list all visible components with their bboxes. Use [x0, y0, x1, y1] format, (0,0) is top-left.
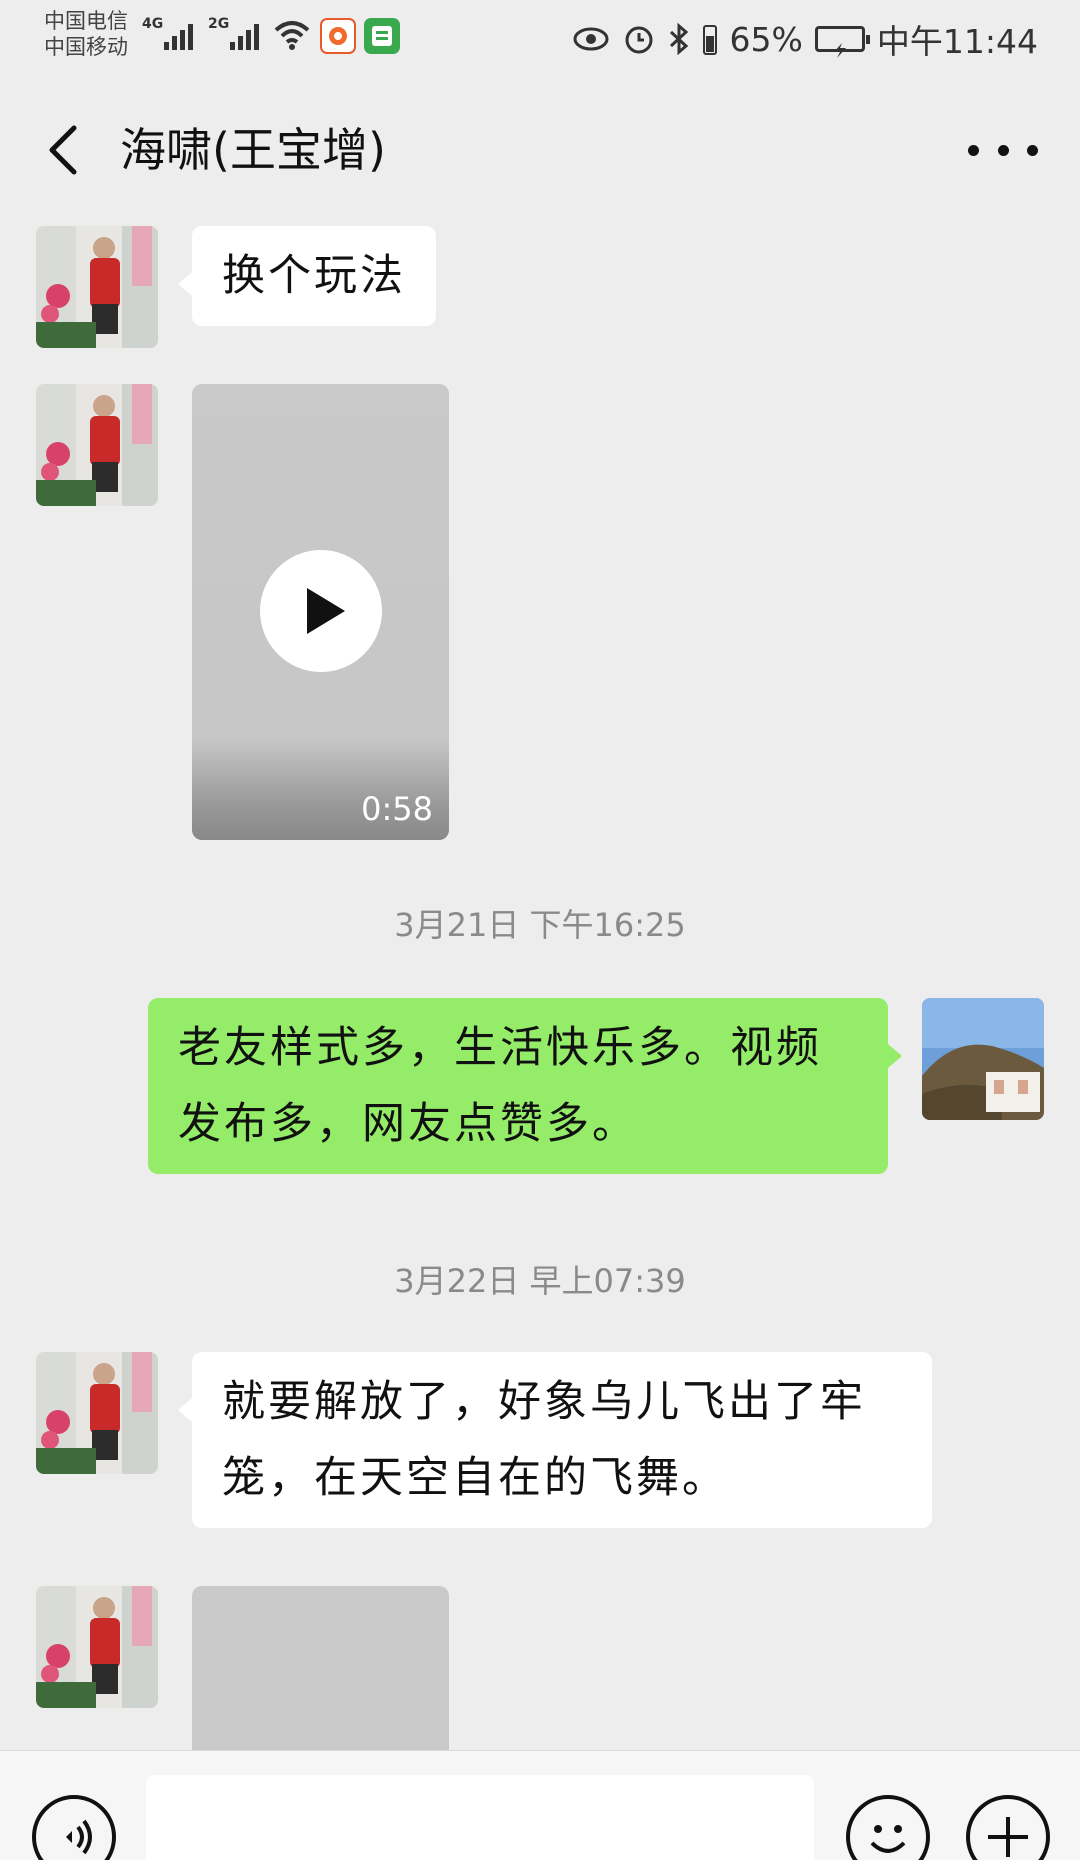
chat-header: 海啸(王宝增)	[0, 78, 1080, 222]
message-list[interactable]: 换个玩法 0:58 3月21日 下午16:25 老友样式多，生活快乐多。视频发布…	[0, 222, 1080, 1750]
timestamp: 3月21日 下午16:25	[394, 906, 686, 944]
avatar[interactable]	[36, 384, 158, 506]
play-icon[interactable]	[260, 550, 382, 672]
message-text: 换个玩法	[222, 251, 406, 301]
timestamp: 3月22日 早上07:39	[394, 1262, 686, 1300]
alarm-icon	[625, 26, 653, 54]
more-dots-icon	[968, 144, 979, 156]
back-button[interactable]	[40, 120, 94, 180]
eye-icon	[573, 27, 609, 51]
more-button[interactable]	[968, 130, 1038, 170]
wifi-icon	[274, 21, 310, 50]
voice-icon	[66, 1819, 92, 1855]
app-notification-icon	[320, 18, 356, 54]
media-message-placeholder[interactable]	[192, 1586, 449, 1750]
battery-small-icon	[702, 25, 717, 55]
message-input[interactable]	[146, 1775, 814, 1860]
clock: 中午11:44	[876, 22, 1038, 61]
avatar[interactable]	[36, 1586, 158, 1708]
plus-button[interactable]	[966, 1795, 1050, 1860]
app-notification-icon	[364, 18, 400, 54]
signal-icon	[230, 18, 259, 50]
battery-icon	[814, 26, 870, 58]
message-text: 就要解放了，好象乌儿飞出了牢笼，在天空自在的飞舞。	[222, 1377, 866, 1503]
plus-icon	[988, 1817, 1028, 1857]
video-duration: 0:58	[361, 790, 433, 828]
video-message[interactable]: 0:58	[192, 384, 449, 840]
avatar[interactable]	[36, 226, 158, 348]
incoming-message[interactable]: 换个玩法	[178, 226, 436, 326]
carrier-1: 中国电信	[44, 9, 128, 33]
carrier-2: 中国移动	[44, 35, 128, 59]
my-avatar[interactable]	[922, 998, 1044, 1120]
chat-title: 海啸(王宝增)	[120, 123, 386, 177]
emoji-icon	[870, 1825, 906, 1853]
battery-percentage: 65%	[729, 19, 803, 59]
carrier-labels: 中国电信 中国移动	[44, 8, 128, 60]
incoming-message[interactable]: 就要解放了，好象乌儿飞出了牢笼，在天空自在的飞舞。	[178, 1352, 932, 1528]
chevron-left-icon	[49, 125, 77, 175]
status-bar: 中国电信 中国移动 4G 2G 65% 中午11:44	[0, 0, 1080, 78]
bluetooth-icon	[669, 22, 688, 56]
status-right: 65% 中午11:44	[572, 14, 1038, 64]
emoji-button[interactable]	[846, 1795, 930, 1860]
outgoing-message[interactable]: 老友样式多，生活快乐多。视频发布多，网友点赞多。	[148, 998, 902, 1174]
network-type-1: 4G	[142, 16, 164, 32]
input-bar	[0, 1750, 1080, 1860]
message-text: 老友样式多，生活快乐多。视频发布多，网友点赞多。	[178, 1023, 822, 1149]
avatar[interactable]	[36, 1352, 158, 1474]
signal-icon	[164, 18, 193, 50]
network-type-2: 2G	[208, 16, 230, 32]
voice-button[interactable]	[32, 1795, 116, 1860]
